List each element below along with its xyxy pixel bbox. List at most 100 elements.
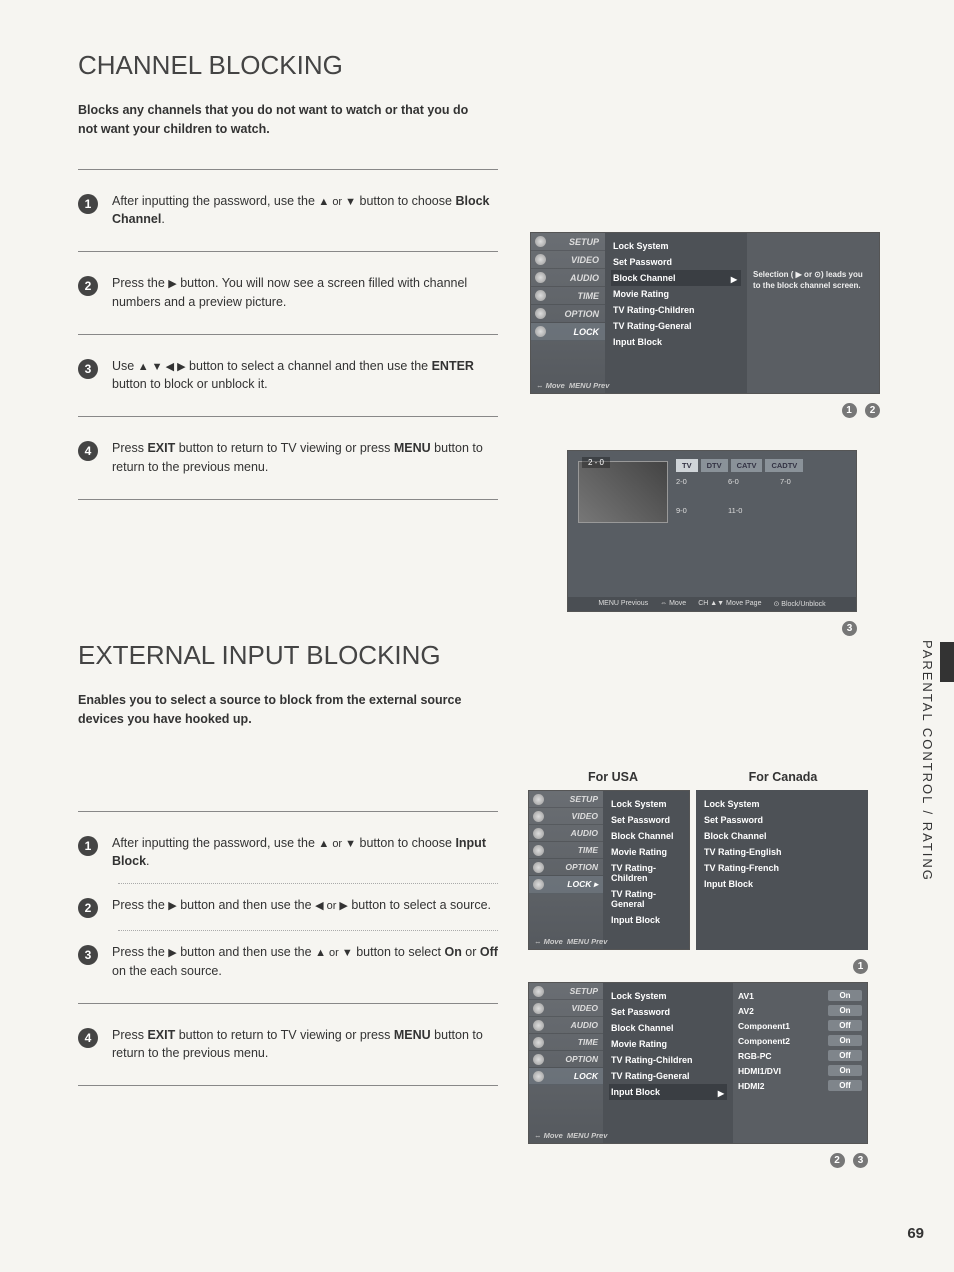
- menu-setup: SETUP: [529, 983, 603, 1000]
- badge: 2: [830, 1153, 845, 1168]
- arrow-right-icon: ▶: [168, 947, 176, 959]
- osd-sidebar: SETUP VIDEO AUDIO TIME OPTION LOCK ▸ ⇔ M…: [529, 791, 603, 949]
- value-pill: On: [828, 1035, 862, 1046]
- badge: 2: [865, 403, 880, 418]
- item-input-block: Input Block: [611, 334, 741, 350]
- step-text: Press EXIT button to return to TV viewin…: [112, 1026, 498, 1064]
- step-num: 2: [78, 898, 98, 918]
- menu-option: OPTION: [531, 305, 605, 323]
- input-row: Component1Off: [738, 1018, 862, 1033]
- step-num: 1: [78, 836, 98, 856]
- value-pill: Off: [828, 1080, 862, 1091]
- list-item: Lock System: [609, 988, 727, 1004]
- item-set-password: Set Password: [611, 254, 741, 270]
- osd-lock-menu: SETUP VIDEO AUDIO TIME OPTION LOCK ⇔ Mov…: [530, 232, 880, 418]
- chevron-right-icon: ▶: [731, 275, 737, 284]
- badge-row: 3: [567, 618, 857, 636]
- section2-title: EXTERNAL INPUT BLOCKING: [78, 640, 904, 671]
- step-4: 4 Press EXIT button to return to TV view…: [78, 429, 498, 487]
- step-text: Press the ▶ button and then use the ◀ or…: [112, 896, 498, 915]
- badge: 1: [842, 403, 857, 418]
- time-icon: [533, 1037, 544, 1048]
- divider-dotted: [118, 883, 498, 884]
- lock-icon: [535, 326, 546, 337]
- input-row: RGB-PCOff: [738, 1048, 862, 1063]
- section1-title: CHANNEL BLOCKING: [78, 50, 904, 81]
- list-item: Set Password: [609, 812, 683, 828]
- page-number: 69: [907, 1225, 924, 1242]
- divider: [78, 811, 498, 812]
- step-text: Use ▲ ▼ ◀ ▶ button to select a channel a…: [112, 357, 498, 395]
- step-text: Press the ▶ button. You will now see a s…: [112, 274, 498, 312]
- step-text: Press the ▶ button and then use the ▲ or…: [112, 943, 498, 981]
- label-usa: For USA: [528, 770, 698, 784]
- osd-hint: Selection ( ▶ or ⊙) leads you to the blo…: [747, 233, 879, 393]
- section1-intro: Blocks any channels that you do not want…: [78, 101, 478, 139]
- lock-icon: [533, 1071, 544, 1082]
- list-item-selected: Input Block▶: [609, 1084, 727, 1100]
- arrow-right-icon: ▶: [168, 900, 176, 912]
- step-3: 3 Use ▲ ▼ ◀ ▶ button to select a channel…: [78, 347, 498, 405]
- channel-tabs: TV DTV CATV CADTV: [676, 459, 803, 472]
- step-2b: 2 Press the ▶ button and then use the ◀ …: [78, 886, 498, 928]
- option-icon: [535, 308, 546, 319]
- channel-preview-label: 2 - 0: [582, 457, 610, 468]
- step-1b: 1 After inputting the password, use the …: [78, 824, 498, 882]
- menu-setup: SETUP: [531, 233, 605, 251]
- menu-time: TIME: [529, 1034, 603, 1051]
- menu-lock: LOCK: [529, 1068, 603, 1085]
- option-icon: [533, 1054, 544, 1065]
- value-pill: Off: [828, 1050, 862, 1061]
- tab-catv: CATV: [731, 459, 763, 472]
- list-item: Lock System: [609, 796, 683, 812]
- divider: [78, 1085, 498, 1086]
- item-lock-system: Lock System: [611, 238, 741, 254]
- badge-row: 1 2: [530, 400, 880, 418]
- audio-icon: [535, 272, 546, 283]
- step-text: Press EXIT button to return to TV viewin…: [112, 439, 498, 477]
- step-num: 3: [78, 945, 98, 965]
- time-icon: [533, 845, 544, 856]
- menu-video: VIDEO: [531, 251, 605, 269]
- channel-preview: [578, 461, 668, 523]
- list-item: Block Channel: [702, 828, 862, 844]
- badge: 1: [853, 959, 868, 974]
- list-item: TV Rating-French: [702, 860, 862, 876]
- divider: [78, 169, 498, 170]
- step-num: 2: [78, 276, 98, 296]
- step-1: 1 After inputting the password, use the …: [78, 182, 498, 240]
- arrow-right-icon: ▶: [168, 278, 176, 290]
- badge-row: 1: [528, 956, 868, 974]
- step-num: 3: [78, 359, 98, 379]
- osd-input-block-values: SETUP VIDEO AUDIO TIME OPTION LOCK ⇔ Mov…: [528, 982, 868, 1168]
- arrow-up-down-icon: ▲ or ▼: [315, 947, 353, 959]
- divider: [78, 416, 498, 417]
- menu-setup: SETUP: [529, 791, 603, 808]
- osd-items-usa: Lock System Set Password Block Channel M…: [603, 791, 689, 949]
- tab-cadtv: CADTV: [765, 459, 803, 472]
- label-canada: For Canada: [698, 770, 868, 784]
- value-pill: Off: [828, 1020, 862, 1031]
- lock-icon: [533, 879, 544, 890]
- value-pill: On: [828, 1005, 862, 1016]
- value-pill: On: [828, 1065, 862, 1076]
- menu-option: OPTION: [529, 859, 603, 876]
- menu-video: VIDEO: [529, 808, 603, 825]
- badge: 3: [842, 621, 857, 636]
- menu-audio: AUDIO: [529, 1017, 603, 1034]
- list-item: TV Rating-Children: [609, 860, 683, 886]
- menu-audio: AUDIO: [529, 825, 603, 842]
- step-4b: 4 Press EXIT button to return to TV view…: [78, 1016, 498, 1074]
- channel-numbers: 2-0 6-0 7-0 9-0 11-0: [676, 477, 846, 515]
- divider: [78, 1003, 498, 1004]
- list-item: TV Rating-General: [609, 1068, 727, 1084]
- arrow-all-icon: ▲ ▼ ◀ ▶: [138, 361, 186, 373]
- osd-sidebar: SETUP VIDEO AUDIO TIME OPTION LOCK ⇔ Mov…: [531, 233, 605, 393]
- arrow-left-right-icon: ◀ or ▶: [315, 900, 348, 912]
- input-row: AV1On: [738, 988, 862, 1003]
- video-icon: [533, 811, 544, 822]
- divider-dotted: [118, 930, 498, 931]
- osd-channel-grid: 2 - 0 TV DTV CATV CADTV 2-0 6-0 7-0 9-0 …: [567, 450, 857, 636]
- value-pill: On: [828, 990, 862, 1001]
- step-text: After inputting the password, use the ▲ …: [112, 192, 498, 230]
